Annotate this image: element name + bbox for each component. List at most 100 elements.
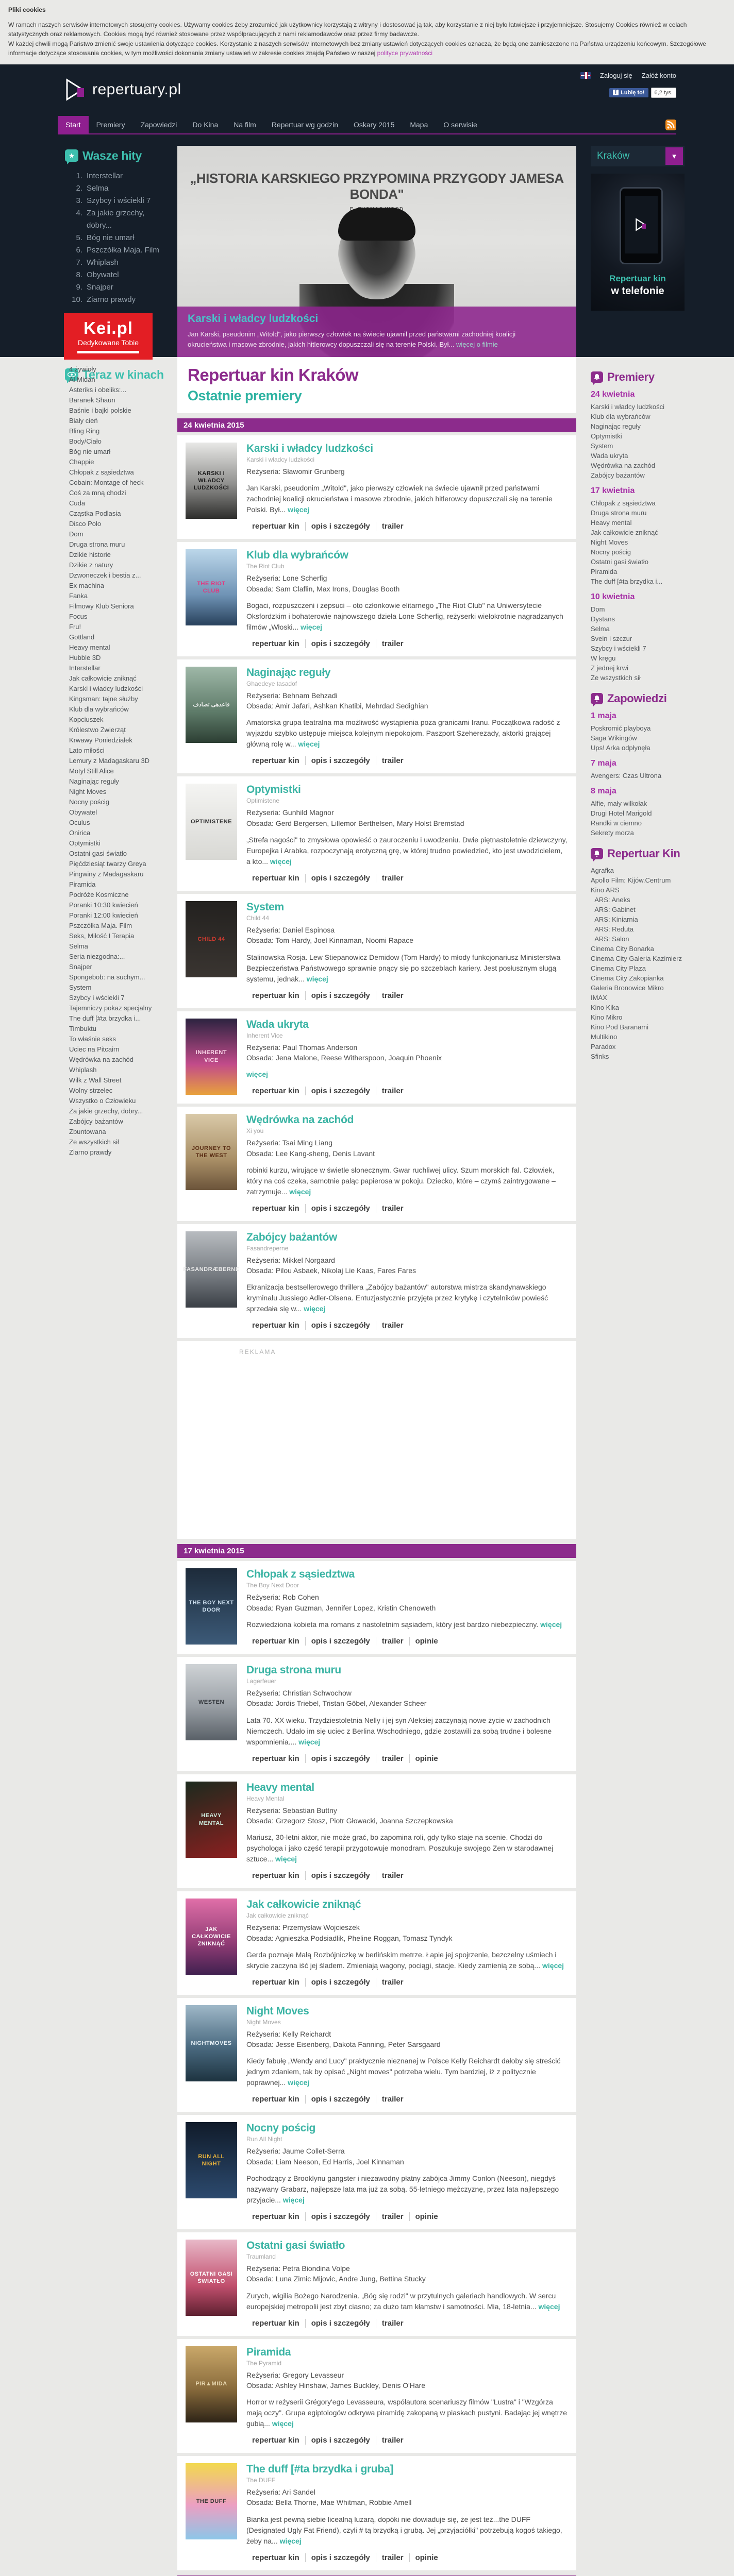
movie-action-link[interactable]: repertuar kin bbox=[246, 1204, 305, 1213]
cinema-item[interactable]: ARS: Aneks bbox=[591, 895, 685, 905]
now-list-item[interactable]: Wilk z Wall Street bbox=[69, 1075, 169, 1086]
movie-action-link[interactable]: trailer bbox=[375, 522, 409, 531]
movie-action-link[interactable]: repertuar kin bbox=[246, 991, 305, 1000]
movie-action-link[interactable]: opis i szczegóły bbox=[305, 2095, 376, 2104]
movie-action-link[interactable]: opis i szczegóły bbox=[305, 2553, 376, 2562]
movie-title-link[interactable]: Zabójcy bażantów bbox=[246, 1231, 568, 1244]
premiery-item[interactable]: Zabójcy bażantów bbox=[591, 470, 685, 480]
english-flag-icon[interactable] bbox=[580, 72, 591, 79]
now-list-item[interactable]: Ziarno prawdy bbox=[69, 1147, 169, 1158]
phone-app-ad[interactable]: Repertuar kin w telefonie bbox=[591, 173, 685, 311]
movie-poster[interactable]: CHILD 44 bbox=[186, 901, 237, 978]
premiery-item[interactable]: Jak całkowicie zniknąć bbox=[591, 528, 685, 537]
premiery-item[interactable]: Svein i szczur bbox=[591, 634, 685, 643]
premiery-item[interactable]: Ostatni gasi światło bbox=[591, 557, 685, 567]
movie-more-link[interactable]: więcej bbox=[272, 2419, 294, 2428]
movie-poster[interactable]: KARSKI I WŁADCY LUDZKOŚCI bbox=[186, 442, 237, 519]
movie-title-link[interactable]: System bbox=[246, 901, 568, 913]
premiery-item[interactable]: Klub dla wybrańców bbox=[591, 412, 685, 421]
movie-more-link[interactable]: więcej bbox=[283, 2196, 305, 2204]
now-list-item[interactable]: Krwawy Poniedziałek bbox=[69, 735, 169, 745]
now-list-item[interactable]: Onirica bbox=[69, 828, 169, 838]
now-list-item[interactable]: Karski i władcy ludzkości bbox=[69, 684, 169, 694]
nav-item[interactable]: Start bbox=[58, 115, 89, 133]
movie-action-link[interactable]: trailer bbox=[375, 756, 409, 766]
cinema-item[interactable]: Kino Pod Baranami bbox=[591, 1022, 685, 1032]
movie-more-link[interactable]: więcej bbox=[288, 505, 309, 514]
movie-more-link[interactable]: więcej bbox=[280, 2537, 302, 2545]
now-list-item[interactable]: Al Midan bbox=[69, 375, 169, 385]
now-list-item[interactable]: Chłopak z sąsiedztwa bbox=[69, 467, 169, 478]
movie-poster[interactable]: THE RIOT CLUB bbox=[186, 549, 237, 626]
now-list-item[interactable]: Filmowy Klub Seniora bbox=[69, 601, 169, 612]
movie-action-link[interactable]: repertuar kin bbox=[246, 1087, 305, 1095]
now-list-item[interactable]: Za jakie grzechy, dobry... bbox=[69, 1106, 169, 1116]
now-list-item[interactable]: Gottland bbox=[69, 632, 169, 642]
site-logo[interactable]: repertuary.pl bbox=[64, 78, 181, 101]
now-list-item[interactable]: 4 żywioły bbox=[69, 364, 169, 375]
now-list-item[interactable]: Jak całkowicie zniknąć bbox=[69, 673, 169, 684]
movie-title-link[interactable]: Klub dla wybrańców bbox=[246, 549, 568, 562]
now-list-item[interactable]: Zbuntowana bbox=[69, 1127, 169, 1137]
movie-title-link[interactable]: Night Moves bbox=[246, 2005, 568, 2018]
movie-title-link[interactable]: Wada ukryta bbox=[246, 1019, 568, 1031]
cinema-item[interactable]: ARS: Kiniarnia bbox=[591, 914, 685, 924]
now-list-item[interactable]: Klub dla wybrańców bbox=[69, 704, 169, 715]
movie-action-link[interactable]: repertuar kin bbox=[246, 2212, 305, 2221]
movie-poster[interactable]: PIR▲MIDA bbox=[186, 2346, 237, 2422]
movie-more-link[interactable]: więcej bbox=[275, 1855, 297, 1863]
now-list-item[interactable]: Druga strona muru bbox=[69, 539, 169, 550]
movie-action-link[interactable]: repertuar kin bbox=[246, 2436, 305, 2445]
now-list-item[interactable]: Bóg nie umarł bbox=[69, 447, 169, 457]
cinema-item[interactable]: Cinema City Plaza bbox=[591, 963, 685, 973]
now-list-item[interactable]: Whiplash bbox=[69, 1065, 169, 1075]
movie-poster[interactable]: OSTATNI GASI ŚWIATŁO bbox=[186, 2239, 237, 2316]
movie-action-link[interactable]: repertuar kin bbox=[246, 1637, 305, 1646]
now-list-item[interactable]: Uciec na Pitcairn bbox=[69, 1044, 169, 1055]
movie-poster[interactable]: THE DUFF bbox=[186, 2463, 237, 2540]
movie-title-link[interactable]: Optymistki bbox=[246, 784, 568, 796]
now-list-item[interactable]: Kingsman: tajne służby bbox=[69, 694, 169, 704]
featured-movie-banner[interactable]: „HISTORIA KARSKIEGO PRZYPOMINA PRZYGODY … bbox=[177, 145, 576, 357]
movie-poster[interactable]: RUN ALL NIGHT bbox=[186, 2122, 237, 2199]
movie-more-link[interactable]: więcej bbox=[246, 1070, 268, 1078]
cinema-item[interactable]: Galeria Bronowice Mikro bbox=[591, 983, 685, 993]
now-list-item[interactable]: Hubble 3D bbox=[69, 653, 169, 663]
now-list-item[interactable]: Night Moves bbox=[69, 787, 169, 797]
movie-action-link[interactable]: opis i szczegóły bbox=[305, 1871, 376, 1880]
facebook-like-widget[interactable]: f Lubię to! 6,2 tys. bbox=[609, 87, 676, 98]
movie-action-link[interactable]: opinie bbox=[409, 1754, 444, 1763]
now-list-item[interactable]: Poranki 10:30 kwiecień bbox=[69, 900, 169, 910]
premiery-item[interactable]: Druga strona muru bbox=[591, 508, 685, 518]
city-selector[interactable]: Kraków ▾ bbox=[591, 145, 685, 166]
movie-action-link[interactable]: repertuar kin bbox=[246, 756, 305, 765]
now-list-item[interactable]: Oculus bbox=[69, 818, 169, 828]
now-list-item[interactable]: Cząstka Podlasia bbox=[69, 509, 169, 519]
movie-title-link[interactable]: Wędrówka na zachód bbox=[246, 1114, 568, 1126]
now-list-item[interactable]: Optymistki bbox=[69, 838, 169, 849]
movie-action-link[interactable]: trailer bbox=[375, 2436, 409, 2445]
now-list-item[interactable]: Kopciuszek bbox=[69, 715, 169, 725]
now-list-item[interactable]: Dzikie z natury bbox=[69, 560, 169, 570]
privacy-policy-link[interactable]: polityce prywatności bbox=[377, 49, 432, 57]
now-list-item[interactable]: Wolny strzelec bbox=[69, 1086, 169, 1096]
movie-action-link[interactable]: trailer bbox=[375, 1087, 409, 1096]
movie-action-link[interactable]: opis i szczegóły bbox=[305, 2212, 376, 2221]
movie-action-link[interactable]: trailer bbox=[375, 1871, 409, 1880]
now-list-item[interactable]: Body/Ciało bbox=[69, 436, 169, 447]
premiery-item[interactable]: Night Moves bbox=[591, 537, 685, 547]
movie-action-link[interactable]: trailer bbox=[375, 1204, 409, 1213]
now-list-item[interactable]: Piramida bbox=[69, 879, 169, 890]
movie-more-link[interactable]: więcej bbox=[289, 1188, 311, 1196]
now-list-item[interactable]: Asteriks i obeliks:... bbox=[69, 385, 169, 395]
premiery-item[interactable]: Wada ukryta bbox=[591, 451, 685, 461]
movie-more-link[interactable]: więcej bbox=[288, 2078, 309, 2087]
cinema-item[interactable]: Cinema City Galeria Kazimierz bbox=[591, 954, 685, 963]
movie-action-link[interactable]: repertuar kin bbox=[246, 639, 305, 648]
movie-action-link[interactable]: opis i szczegóły bbox=[305, 522, 376, 531]
now-list-item[interactable]: Ex machina bbox=[69, 581, 169, 591]
now-list-item[interactable]: Nocny pościg bbox=[69, 797, 169, 807]
now-list-item[interactable]: Bling Ring bbox=[69, 426, 169, 436]
cinema-item[interactable]: IMAX bbox=[591, 993, 685, 1003]
movie-title-link[interactable]: Ostatni gasi światło bbox=[246, 2240, 568, 2252]
